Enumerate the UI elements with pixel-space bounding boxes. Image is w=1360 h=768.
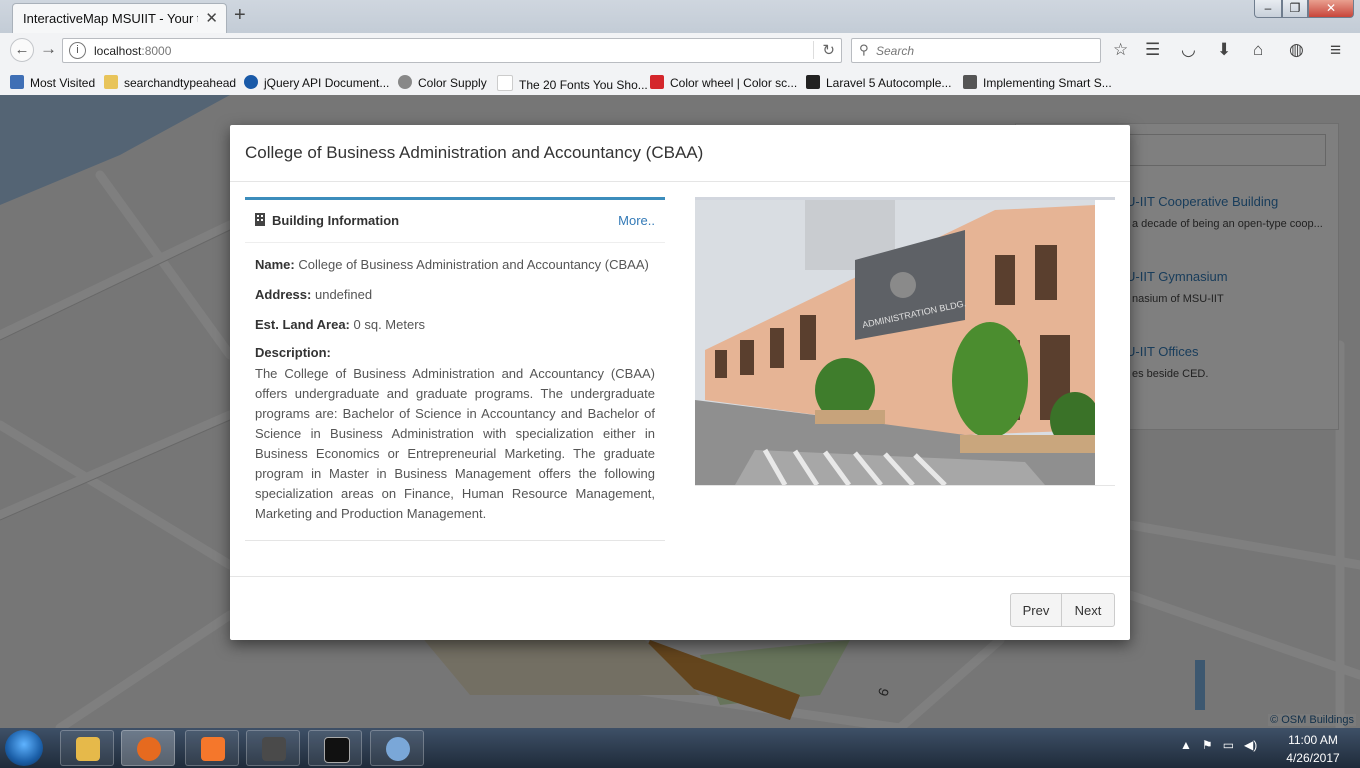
clock-time[interactable]: 11:00 AM [1283, 733, 1343, 747]
bookmark-label: searchandtypeahead [124, 76, 237, 90]
start-button[interactable] [5, 730, 43, 766]
url-text: localhost:8000 [94, 44, 171, 58]
bookmark-item[interactable]: Laravel 5 Autocomple... [806, 75, 951, 90]
building-icon [255, 213, 265, 226]
bookmarks-toolbar: Most Visited searchandtypeahead jQuery A… [0, 68, 1360, 96]
bookmark-label: jQuery API Document... [264, 76, 390, 90]
jquery-icon [244, 75, 258, 89]
reading-list-icon[interactable]: ☰ [1145, 40, 1160, 60]
windows-taskbar [0, 728, 1360, 768]
clock-date[interactable]: 4/26/2017 [1280, 751, 1346, 765]
next-button[interactable]: Next [1061, 593, 1115, 627]
taskbar-app[interactable] [121, 730, 175, 766]
url-host: localhost [94, 44, 142, 58]
bookmark-label: Color wheel | Color sc... [670, 76, 798, 90]
info-name-label: Name: [255, 257, 295, 272]
info-area-label: Est. Land Area: [255, 317, 350, 332]
taskbar-app[interactable] [370, 730, 424, 766]
info-name: Name: College of Business Administration… [255, 257, 649, 272]
bookmark-item[interactable]: Most Visited [10, 75, 95, 90]
bookmark-item[interactable]: searchandtypeahead [104, 75, 236, 90]
adobe-icon [650, 75, 664, 89]
bookmark-label: Implementing Smart S... [983, 76, 1112, 90]
page-icon [497, 75, 513, 91]
panel-title: Building Information [272, 213, 400, 228]
back-arrow-icon[interactable]: ← [10, 38, 34, 62]
description-label: Description: [255, 345, 331, 360]
description-text: The College of Business Administration a… [255, 366, 655, 521]
window-maximize-button[interactable]: ❐ [1282, 0, 1308, 18]
bookmark-label: The 20 Fonts You Sho... [519, 78, 648, 92]
browser-tab-strip: InteractiveMap MSUIIT - Your title ✕ + –… [0, 0, 1360, 33]
sublime-text-icon [262, 737, 286, 761]
system-tray: ▲ ⚑ ▭ ◀) [1180, 738, 1257, 752]
building-info-panel: Building Information More.. Name: Colleg… [245, 197, 665, 541]
bookmark-label: Most Visited [30, 76, 96, 90]
bookmark-item[interactable]: jQuery API Document... [244, 75, 389, 90]
modal-header: College of Business Administration and A… [230, 125, 1130, 182]
info-name-value: College of Business Administration and A… [298, 257, 649, 272]
browser-tab[interactable]: InteractiveMap MSUIIT - Your title ✕ [12, 3, 227, 33]
forward-arrow-icon[interactable]: → [40, 39, 57, 59]
taskbar-app[interactable] [60, 730, 114, 766]
site-info-icon[interactable]: i [69, 42, 86, 59]
xampp-icon [201, 737, 225, 761]
home-icon[interactable]: ⌂ [1253, 40, 1263, 60]
info-address-label: Address: [255, 287, 312, 302]
tab-close-icon[interactable]: ✕ [205, 9, 218, 27]
bookmark-item[interactable]: Implementing Smart S... [963, 75, 1112, 90]
paint-icon [386, 737, 410, 761]
reload-icon[interactable]: ↻ [813, 41, 835, 59]
modal-title: College of Business Administration and A… [245, 143, 704, 162]
info-address-value: undefined [314, 287, 373, 302]
show-hidden-icons[interactable]: ▲ [1180, 738, 1192, 752]
search-placeholder: Search [876, 44, 915, 58]
bookmark-label: Color Supply [418, 76, 487, 90]
building-modal: College of Business Administration and A… [230, 125, 1130, 640]
taskbar-app[interactable] [308, 730, 362, 766]
bookmark-label: Laravel 5 Autocomple... [826, 76, 952, 90]
info-land-area: Est. Land Area: 0 sq. Meters [255, 317, 425, 332]
info-area-value: 0 sq. Meters [353, 317, 426, 332]
url-bar[interactable]: i localhost:8000 ↻ [62, 38, 842, 63]
laravel-icon [806, 75, 820, 89]
building-photo: ADMINISTRATION BLDG. [695, 197, 1115, 486]
more-link[interactable]: More.. [618, 213, 655, 228]
firefox-icon [137, 737, 161, 761]
window-close-button[interactable]: ✕ [1308, 0, 1354, 18]
modal-footer: Prev Next [230, 576, 1130, 641]
file-explorer-icon [76, 737, 100, 761]
building-photo-image: ADMINISTRATION BLDG. [695, 200, 1095, 485]
search-input[interactable]: ⚲ Search [851, 38, 1101, 63]
search-icon: ⚲ [859, 42, 869, 57]
seal-icon [890, 272, 916, 298]
url-port: :8000 [141, 44, 172, 58]
taskbar-app[interactable] [185, 730, 239, 766]
folder-icon [104, 75, 118, 89]
panel-header: Building Information More.. [245, 200, 665, 243]
sync-icon[interactable]: ◍ [1289, 40, 1304, 60]
taskbar-app[interactable] [246, 730, 300, 766]
action-center-icon[interactable]: ⚑ [1202, 738, 1213, 752]
command-prompt-icon [324, 737, 350, 763]
window-minimize-button[interactable]: – [1254, 0, 1282, 18]
most-visited-icon [10, 75, 24, 89]
bookmark-item[interactable]: Color wheel | Color sc... [650, 75, 797, 90]
bookmark-star-icon[interactable]: ☆ [1113, 40, 1128, 60]
bookmark-item[interactable]: Color Supply [398, 75, 487, 90]
menu-icon[interactable]: ≡ [1330, 40, 1341, 62]
owl-icon [963, 75, 977, 89]
new-tab-icon[interactable]: + [234, 4, 246, 27]
network-icon[interactable]: ▭ [1223, 738, 1234, 752]
downloads-icon[interactable]: ⬇ [1217, 40, 1231, 60]
color-supply-icon [398, 75, 412, 89]
bookmark-item[interactable]: The 20 Fonts You Sho... [497, 75, 648, 92]
volume-icon[interactable]: ◀) [1244, 738, 1257, 752]
prev-button[interactable]: Prev [1010, 593, 1062, 627]
info-address: Address: undefined [255, 287, 372, 302]
tab-title: InteractiveMap MSUIIT - Your title [23, 11, 198, 26]
pocket-icon[interactable]: ◡ [1181, 40, 1196, 60]
